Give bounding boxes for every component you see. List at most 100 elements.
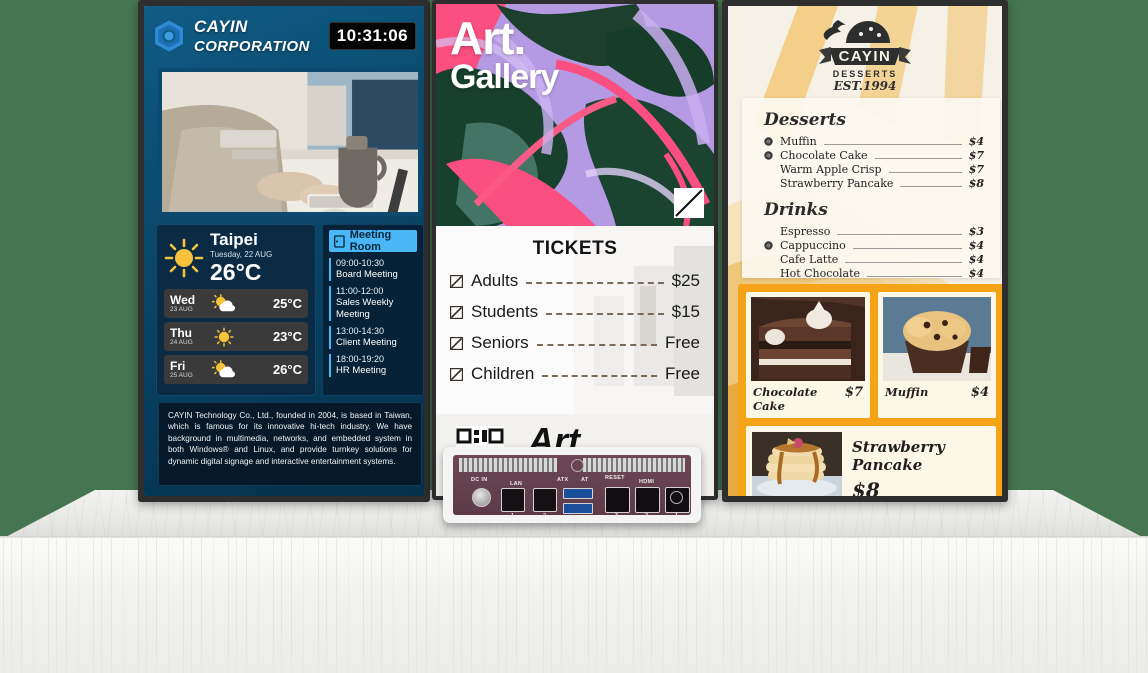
dessert-menu-content: CAYIN DESSERTS EST.1994 Desserts Muffin … <box>728 6 1002 496</box>
menu-leader-line <box>852 247 962 249</box>
forecast-day: Fri <box>170 358 186 373</box>
meeting-name: Client Meeting <box>336 337 397 348</box>
chocolate-cake-photo <box>751 297 865 381</box>
selected-dot-icon <box>764 137 773 146</box>
dessert-card-row: Chocolate Cake $7 Muffin $4 <box>746 292 996 418</box>
meeting-time: 13:00-14:30 <box>336 326 385 336</box>
menu-item-name: Chocolate Cake <box>780 148 868 162</box>
meeting-entry: 11:00-12:00 Sales Weekly Meeting <box>329 286 417 321</box>
dessert-card-caption: Chocolate Cake $7 <box>751 385 865 413</box>
hdmi-port-3[interactable] <box>605 487 630 513</box>
forecast-day: Thu <box>170 325 192 340</box>
menu-section-heading: Drinks <box>764 200 828 220</box>
meeting-room-title: Meeting Room <box>349 229 392 253</box>
dc-in-port[interactable] <box>472 488 491 507</box>
ticket-dotted-leader <box>546 313 664 315</box>
svg-text:EST.1994: EST.1994 <box>833 79 897 92</box>
corporate-title: CAYIN CORPORATION <box>194 17 310 56</box>
hdmi-3-label: 3 <box>615 513 619 519</box>
feature-card-name: Strawberry Pancake <box>852 438 945 474</box>
menu-section-heading: Desserts <box>764 110 846 130</box>
corporate-widgets-row: Taipei Tuesday, 22 AUG 26°C Wed 23 AUG 2… <box>156 224 424 396</box>
meeting-time: 09:00-10:30 <box>336 258 385 268</box>
hdmi-port-2[interactable] <box>635 487 660 513</box>
sun-icon <box>164 238 204 277</box>
menu-item-row: Warm Apple Crisp $7 <box>764 162 984 176</box>
usb-port-top[interactable] <box>563 488 593 499</box>
weather-widget[interactable]: Taipei Tuesday, 22 AUG 26°C Wed 23 AUG 2… <box>156 224 316 396</box>
hdmi-label: HDMI <box>639 479 655 485</box>
atx-label: ATX <box>557 477 569 483</box>
usb-port-bottom[interactable] <box>563 503 593 514</box>
lan-port-2[interactable] <box>533 488 557 512</box>
forecast-day: Wed <box>170 292 196 307</box>
corporate-title-line2: CORPORATION <box>194 37 310 55</box>
muffin-photo <box>883 297 991 381</box>
lan-port-1[interactable] <box>501 488 525 512</box>
meeting-room-schedule: 09:00-10:30 Board Meeting 11:00-12:00 Sa… <box>329 258 417 377</box>
menu-item-price: $4 <box>968 238 984 252</box>
dessert-menu-signage-screen[interactable]: CAYIN DESSERTS EST.1994 Desserts Muffin … <box>722 0 1008 502</box>
menu-leader-line <box>837 233 962 235</box>
dessert-card-price: $7 <box>844 385 863 400</box>
digital-signage-media-player[interactable]: DC IN LAN 1 2 ATX AT SS RESET HDMI 3 2 1 <box>443 447 701 523</box>
sun-cloud-icon <box>212 293 235 311</box>
company-description: CAYIN Technology Co., Ltd., founded in 2… <box>158 402 422 486</box>
dessert-menu-panel: Desserts Muffin $4 Chocolate Cake $7 War… <box>742 98 1000 280</box>
menu-item-row: Cappuccino $4 <box>764 238 984 252</box>
meeting-time: 11:00-12:00 <box>336 286 384 296</box>
menu-item-row: Chocolate Cake $7 <box>764 148 984 162</box>
ticket-price: $25 <box>671 271 700 290</box>
feature-card-text: Strawberry Pancake $8 <box>852 432 990 496</box>
forecast-date: 25 AUG <box>170 371 193 379</box>
art-gallery-content: Art. Gallery TICKETS Adults $25 Students… <box>436 4 714 496</box>
gallery-title-line1: Art. <box>450 12 526 64</box>
meeting-time: 18:00-19:20 <box>336 354 385 364</box>
gallery-mark-icon <box>674 188 704 218</box>
meeting-name: HR Meeting <box>336 365 387 376</box>
weather-temperature: 26°C <box>210 259 262 285</box>
menu-leader-line <box>845 261 962 263</box>
menu-item-price: $4 <box>968 266 984 280</box>
forecast-temp: 26°C <box>272 362 302 377</box>
dessert-card-price: $4 <box>970 385 989 400</box>
dessert-feature-card[interactable]: Strawberry Pancake $8 <box>746 426 996 496</box>
corporate-signage-screen[interactable]: CAYIN CORPORATION 10:31:06 Taipei Tuesda… <box>138 0 430 502</box>
forecast-row: Thu 24 AUG 23°C <box>164 322 308 351</box>
lan-2-label: 2 <box>543 513 547 519</box>
menu-leader-line <box>823 143 962 145</box>
sun-cloud-icon <box>212 359 235 377</box>
forecast-row: Fri 25 AUG 26°C <box>164 355 308 384</box>
meeting-room-header: Meeting Room <box>329 229 417 253</box>
menu-item-price: $7 <box>968 148 984 162</box>
dessert-card-caption: Muffin $4 <box>883 385 991 400</box>
ticket-dotted-leader <box>536 344 658 346</box>
meeting-name: Board Meeting <box>336 269 398 280</box>
vent-left <box>459 458 557 472</box>
menu-item-name: Espresso <box>780 224 831 238</box>
menu-item-name: Cappuccino <box>780 238 846 252</box>
dessert-card[interactable]: Chocolate Cake $7 <box>746 292 870 418</box>
menu-item-row: Muffin $4 <box>764 134 984 148</box>
menu-item-name: Hot Chocolate <box>780 266 861 280</box>
gallery-title: Art. Gallery <box>450 12 559 94</box>
ticket-icon <box>450 305 463 319</box>
menu-item-row: Espresso $3 <box>764 224 984 238</box>
ticket-label: Seniors <box>471 333 529 352</box>
art-gallery-signage-screen[interactable]: Art. Gallery TICKETS Adults $25 Students… <box>432 0 718 500</box>
meeting-entry: 18:00-19:20 HR Meeting <box>329 354 417 377</box>
dessert-card[interactable]: Muffin $4 <box>878 292 996 418</box>
lan-1-label: 1 <box>511 513 515 519</box>
corporate-title-line1: CAYIN <box>194 16 248 36</box>
forecast-date: 23 AUG <box>170 305 193 313</box>
player-io-panel: DC IN LAN 1 2 ATX AT SS RESET HDMI 3 2 1 <box>453 455 691 521</box>
clock-display: 10:31:06 <box>328 22 416 50</box>
ticket-icon <box>450 367 463 381</box>
menu-item-name: Strawberry Pancake <box>780 176 894 190</box>
weather-current: Taipei Tuesday, 22 AUG 26°C <box>164 231 308 284</box>
menu-leader-line <box>888 171 962 173</box>
selected-dot-icon <box>764 151 773 160</box>
meeting-room-widget[interactable]: Meeting Room 09:00-10:30 Board Meeting 1… <box>322 224 424 396</box>
menu-item-price: $4 <box>968 252 984 266</box>
selected-dot-icon <box>764 241 773 250</box>
